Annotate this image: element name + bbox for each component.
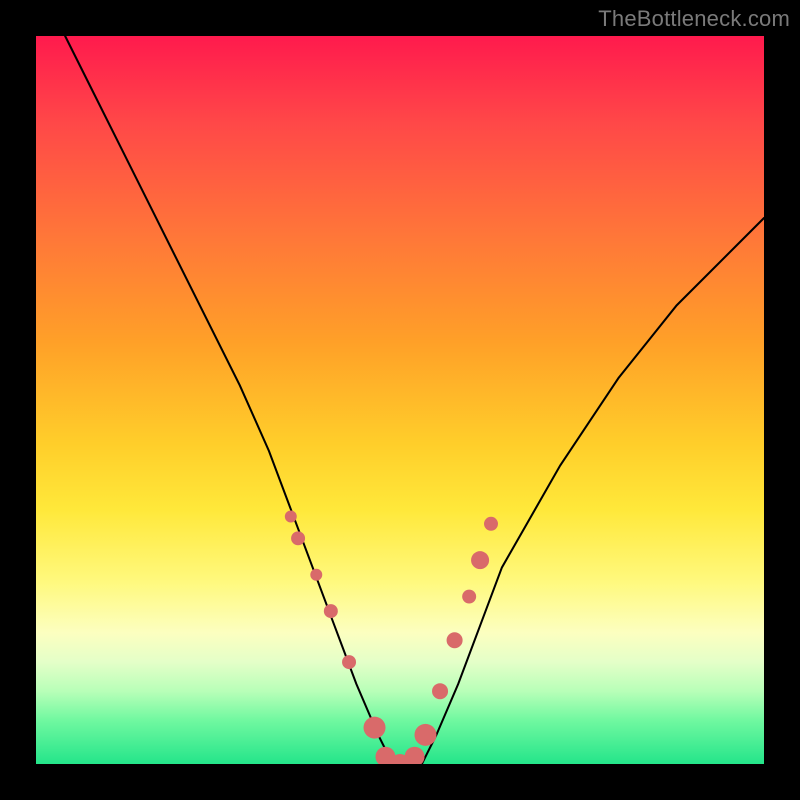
- frame-border: [0, 0, 36, 800]
- marker-dot: [364, 717, 386, 739]
- marker-dot: [414, 724, 436, 746]
- bottleneck-curve: [65, 36, 764, 764]
- watermark-text: TheBottleneck.com: [598, 6, 790, 32]
- marker-dot: [484, 517, 498, 531]
- marker-dot: [447, 632, 463, 648]
- marker-dot: [291, 531, 305, 545]
- marker-dot: [462, 590, 476, 604]
- frame-border: [764, 0, 800, 800]
- plot-area: [36, 36, 764, 764]
- marker-dot: [324, 604, 338, 618]
- frame-border: [0, 764, 800, 800]
- marker-dot: [285, 511, 297, 523]
- marker-dot: [310, 569, 322, 581]
- marker-dot: [432, 683, 448, 699]
- bottleneck-curve-svg: [36, 36, 764, 764]
- recommended-markers: [285, 511, 498, 774]
- marker-dot: [471, 551, 489, 569]
- marker-dot: [342, 655, 356, 669]
- chart-frame: TheBottleneck.com: [0, 0, 800, 800]
